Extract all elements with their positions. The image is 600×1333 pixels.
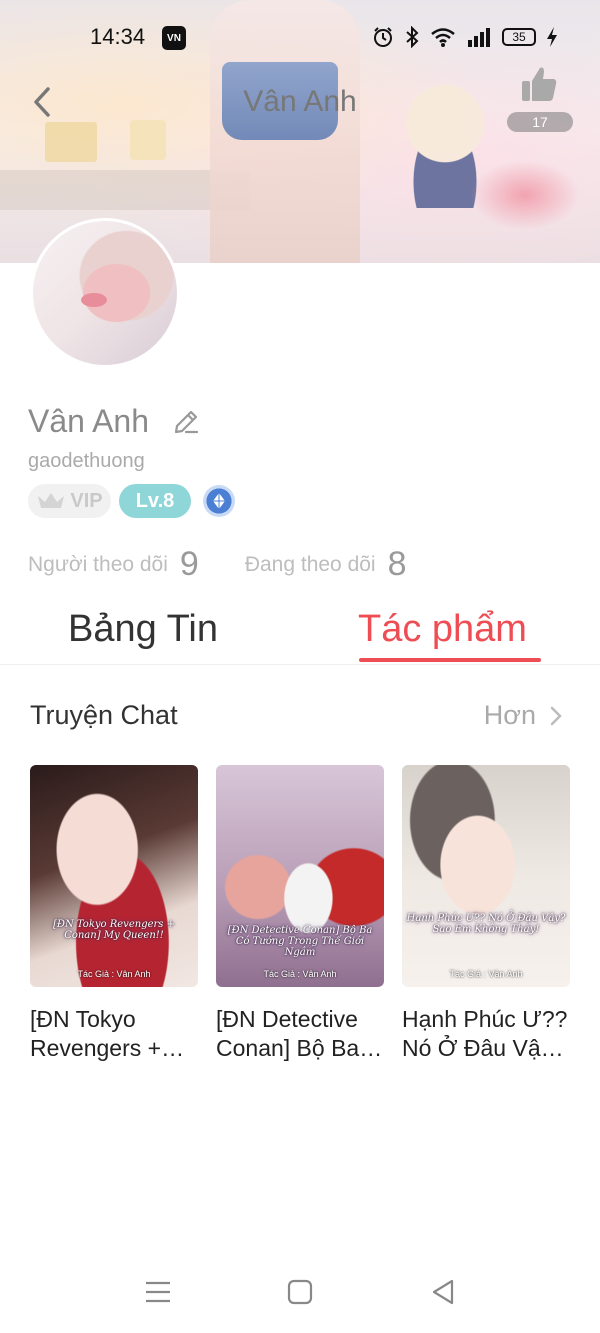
- work-card[interactable]: [ĐN Detective Conan] Bộ Ba Có Tướng Tron…: [216, 765, 384, 1063]
- vip-label: VIP: [70, 489, 103, 512]
- cover-caption: Hạnh Phúc Ư?? Nó Ở Đâu Vậy? Sao Em Không…: [406, 913, 566, 935]
- follow-stats: Người theo dõi 9 Đang theo dõi 8: [28, 545, 407, 584]
- diamond-icon: [213, 493, 225, 509]
- avatar[interactable]: [30, 218, 180, 368]
- like-button[interactable]: 17: [505, 62, 573, 134]
- following-label[interactable]: Đang theo dõi: [245, 553, 376, 577]
- work-cover-image: Hạnh Phúc Ư?? Nó Ở Đâu Vậy? Sao Em Không…: [402, 765, 570, 987]
- alarm-icon: [374, 27, 392, 47]
- cover-author: Tác Giả : Vân Anh: [77, 969, 151, 979]
- bluetooth-icon: [406, 26, 419, 48]
- work-title: Hạnh Phúc Ư?? Nó Ở Đâu Vậy? Sao Em Không…: [402, 1006, 568, 1061]
- banner-jar-decoration: [130, 120, 166, 160]
- app-notification-icon: VN: [162, 26, 186, 50]
- more-link[interactable]: Hơn: [484, 700, 562, 731]
- system-navigation-bar: [0, 1262, 600, 1322]
- cover-caption: [ĐN Tokyo Revengers + Conan] My Queen!!: [53, 919, 175, 941]
- crown-icon: [38, 493, 65, 508]
- like-count: 17: [507, 112, 573, 132]
- work-card[interactable]: Hạnh Phúc Ư?? Nó Ở Đâu Vậy? Sao Em Không…: [402, 765, 570, 1063]
- section-title: Truyện Chat: [30, 700, 178, 730]
- profile-username: gaodethuong: [28, 450, 145, 472]
- work-cover-image: [ĐN Tokyo Revengers + Conan] My Queen!! …: [30, 765, 198, 987]
- medal-badge-icon[interactable]: [203, 485, 235, 517]
- following-count[interactable]: 8: [388, 545, 407, 584]
- avatar-art-detail: [81, 293, 107, 307]
- profile-tabs: Bảng Tin Tác phẩm: [0, 605, 600, 665]
- work-cover-image: [ĐN Detective Conan] Bộ Ba Có Tướng Tron…: [216, 765, 384, 987]
- status-bar: 14:34 VN 35: [0, 20, 600, 56]
- profile-badges: VIP Lv.8: [28, 484, 235, 518]
- more-label: Hơn: [483, 700, 536, 730]
- wifi-icon: [431, 28, 455, 47]
- vip-badge[interactable]: VIP: [28, 484, 111, 518]
- banner-heart-decoration: [470, 160, 580, 230]
- chevron-right-icon: [550, 706, 562, 725]
- thumbs-up-icon: [522, 67, 557, 101]
- battery-icon: 35: [502, 28, 536, 46]
- edit-pencil-icon[interactable]: [172, 408, 200, 436]
- cover-author: Tác Giả : Vân Anh: [263, 969, 337, 979]
- status-time: 14:34: [90, 24, 146, 49]
- followers-label[interactable]: Người theo dõi: [28, 553, 168, 577]
- cover-caption: [ĐN Detective Conan] Bộ Ba Có Tướng Tron…: [227, 925, 373, 958]
- home-icon[interactable]: [286, 1278, 314, 1306]
- work-title: [ĐN Detective Conan] Bộ Ba Có Tướng Tron…: [216, 1006, 360, 1061]
- battery-level: 35: [512, 30, 526, 44]
- work-title: [ĐN Tokyo Revengers + Conan] My Queen!!: [30, 1006, 162, 1061]
- active-tab-indicator: [359, 658, 541, 662]
- level-badge[interactable]: Lv.8: [119, 484, 191, 518]
- banner-box-decoration: [45, 122, 97, 162]
- cover-author: Tác Giả : Vân Anh: [449, 969, 523, 979]
- charging-icon: [547, 27, 557, 47]
- work-card[interactable]: [ĐN Tokyo Revengers + Conan] My Queen!! …: [30, 765, 198, 1063]
- signal-icon: [468, 28, 490, 47]
- tab-news-feed[interactable]: Bảng Tin: [68, 608, 218, 651]
- status-indicators: 35: [372, 26, 558, 48]
- system-back-icon[interactable]: [430, 1278, 458, 1306]
- profile-name: Vân Anh: [28, 403, 149, 439]
- followers-count[interactable]: 9: [180, 545, 199, 584]
- tab-works[interactable]: Tác phẩm: [358, 608, 527, 651]
- recent-apps-icon[interactable]: [144, 1278, 172, 1306]
